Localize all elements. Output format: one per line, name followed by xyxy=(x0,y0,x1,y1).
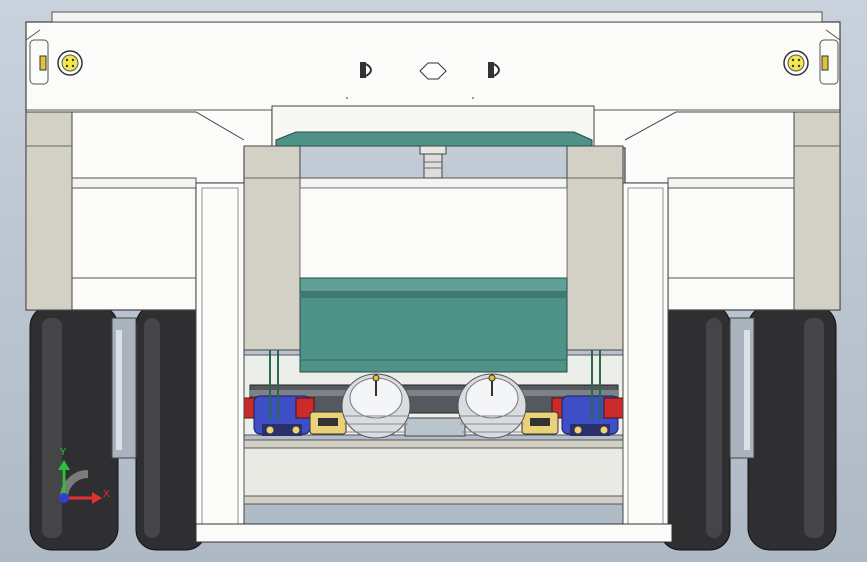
tail-lamp-icon xyxy=(783,50,809,76)
trailer-rear-view-drawing: Y X xyxy=(25,11,841,551)
license-plate-mount xyxy=(271,105,595,147)
right-bump-stop xyxy=(551,395,625,436)
axis-y-label: Y xyxy=(59,447,67,458)
right-dual-wheels xyxy=(659,304,837,551)
axis-x-label: X xyxy=(103,489,110,500)
tail-lamp-icon xyxy=(57,50,83,76)
left-lower-rail xyxy=(195,182,245,529)
teal-storage-box xyxy=(299,277,568,373)
top-rail xyxy=(51,11,823,23)
right-lower-rail xyxy=(622,182,669,529)
left-inner-post xyxy=(243,145,301,351)
center-crossmember xyxy=(299,177,568,189)
right-air-spring xyxy=(457,373,527,439)
right-rim xyxy=(729,317,755,459)
cad-viewport[interactable]: Y X xyxy=(0,0,867,562)
left-corner-post xyxy=(25,111,73,311)
left-dual-wheels xyxy=(29,304,207,551)
right-inner-post xyxy=(566,145,624,351)
center-hitch-pin xyxy=(419,145,447,179)
right-corner-post xyxy=(793,111,841,311)
left-air-spring xyxy=(341,373,411,439)
axle-center-tube xyxy=(404,417,466,437)
underride-guard-bar xyxy=(195,523,673,543)
left-rim xyxy=(111,317,137,459)
